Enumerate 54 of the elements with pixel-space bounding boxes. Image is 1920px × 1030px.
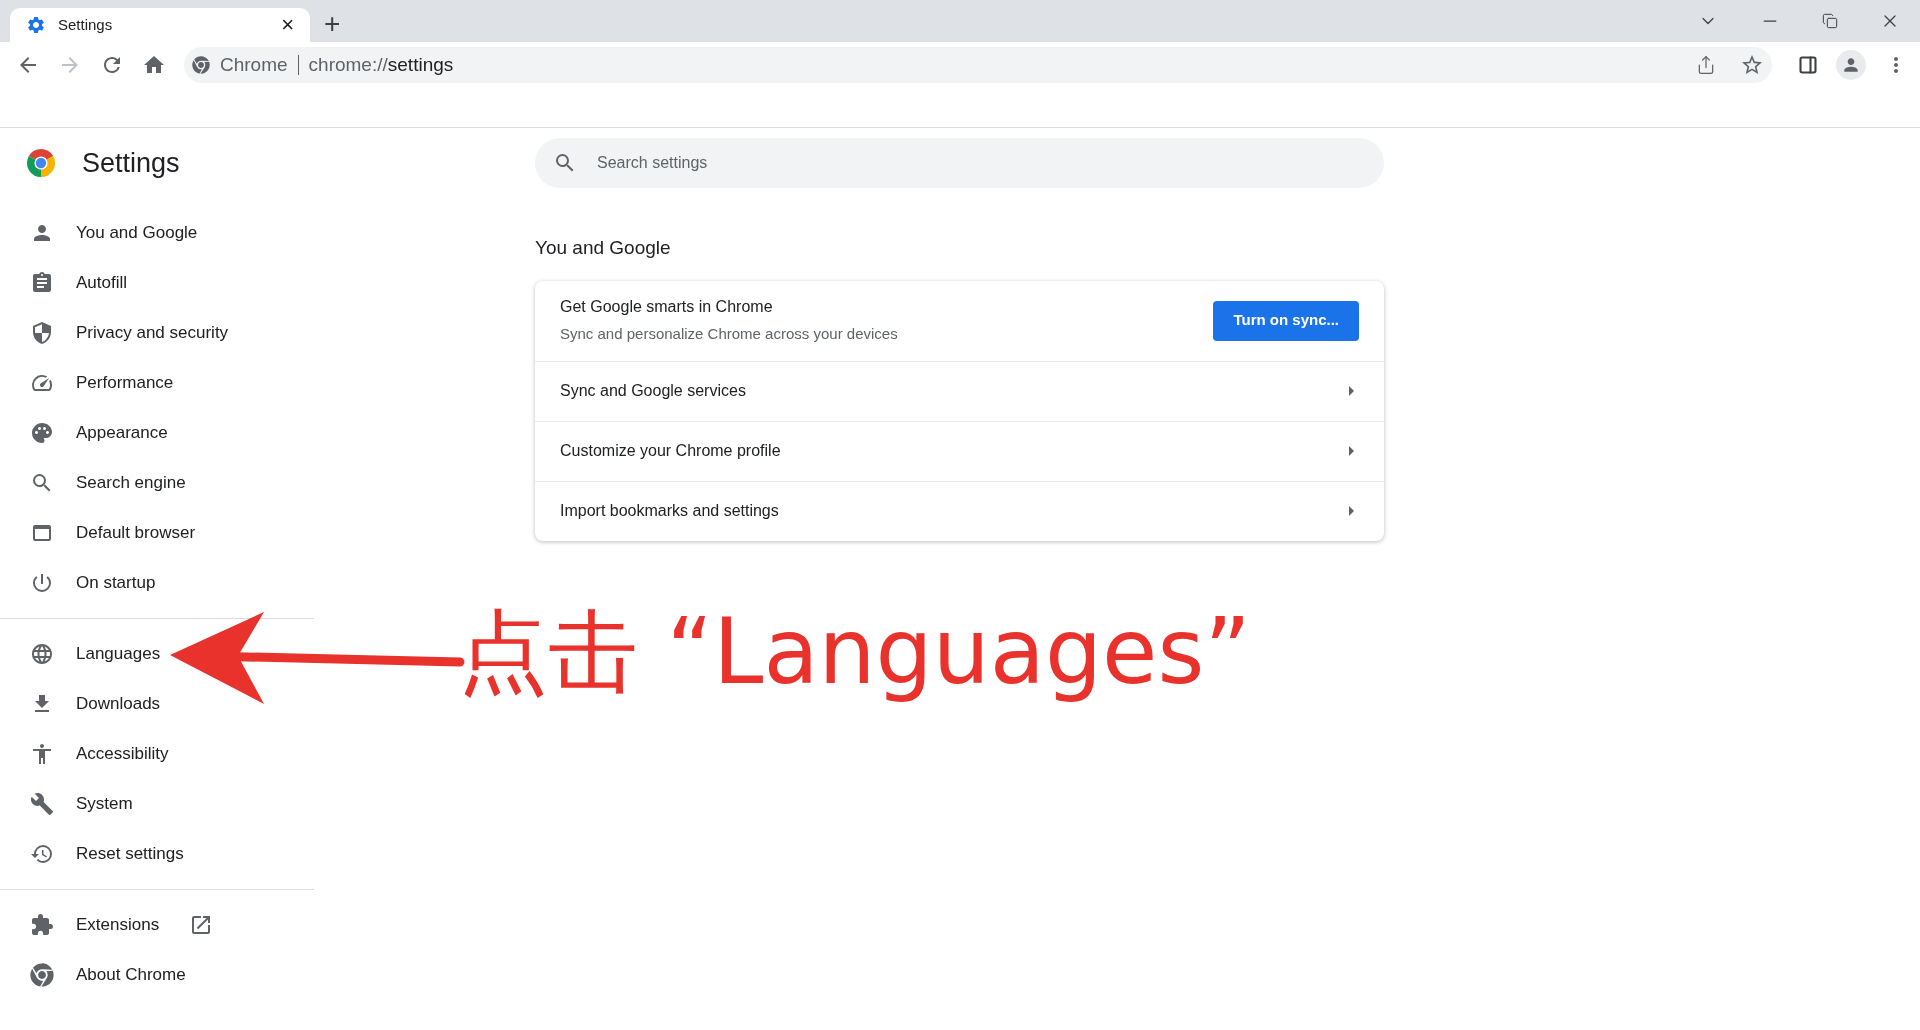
caret-icon <box>1349 506 1354 516</box>
clipboard-icon <box>30 271 54 295</box>
sidebar-item[interactable]: Reset settings <box>0 829 304 879</box>
history-icon <box>30 842 54 866</box>
sidebar-item[interactable]: Search engine <box>0 458 304 508</box>
chrome-icon <box>30 963 54 987</box>
annotation-text: 点击 “Languages” <box>458 600 1251 704</box>
tab-title: Settings <box>58 14 114 35</box>
wrench-icon <box>30 792 54 816</box>
sync-promo-title: Get Google smarts in Chrome <box>560 297 774 318</box>
browser-tab[interactable]: Settings × <box>10 8 310 42</box>
sidebar-item[interactable]: Performance <box>0 358 304 408</box>
accessibility-icon <box>30 742 54 766</box>
restore-icon[interactable] <box>1822 13 1838 29</box>
sidebar-item[interactable]: Downloads <box>0 679 304 729</box>
url-text: chrome://settings <box>308 52 454 77</box>
chrome-icon <box>192 56 210 74</box>
profile-avatar[interactable] <box>1836 50 1866 80</box>
section-heading: You and Google <box>535 236 671 260</box>
sidebar-item[interactable]: Privacy and security <box>0 308 304 358</box>
site-label: Chrome <box>220 52 288 77</box>
settings-row[interactable]: Sync and Google services <box>535 360 1384 421</box>
sidebar-item[interactable]: Languages <box>0 629 304 679</box>
sidebar-item[interactable]: You and Google <box>0 208 304 258</box>
search-input[interactable]: Search settings <box>597 151 1384 175</box>
caret-icon <box>1349 386 1354 396</box>
sidebar-item[interactable]: About Chrome <box>0 950 304 1000</box>
sidebar-item[interactable]: Extensions <box>0 900 304 950</box>
caret-icon <box>1349 446 1354 456</box>
page-title: Settings <box>82 146 180 180</box>
sidebar-item[interactable]: On startup <box>0 558 304 608</box>
sidebar-item[interactable]: System <box>0 779 304 829</box>
share-icon[interactable] <box>1696 55 1716 75</box>
gear-icon <box>26 15 46 35</box>
sidebar-item[interactable]: Default browser <box>0 508 304 558</box>
bookmark-star-icon[interactable] <box>1740 53 1764 77</box>
chrome-logo-icon <box>26 148 56 178</box>
palette-icon <box>30 421 54 445</box>
close-tab-button[interactable]: × <box>281 14 294 36</box>
shield-icon <box>30 321 54 345</box>
side-panel-icon[interactable] <box>1798 55 1818 75</box>
sidebar-item[interactable]: Accessibility <box>0 729 304 779</box>
new-tab-button[interactable]: + <box>324 10 341 38</box>
sync-promo-subtitle: Sync and personalize Chrome across your devices <box>560 324 899 345</box>
address-bar[interactable]: Chrome chrome://settings <box>184 47 1772 83</box>
turn-on-sync-button[interactable]: Turn on sync... <box>1213 300 1359 341</box>
puzzle-icon <box>30 913 54 937</box>
globe-icon <box>30 642 54 666</box>
settings-row[interactable]: Import bookmarks and settings <box>535 480 1384 541</box>
sidebar-item[interactable]: Autofill <box>0 258 304 308</box>
settings-row[interactable]: Customize your Chrome profile <box>535 420 1384 481</box>
power-icon <box>30 571 54 595</box>
sidebar-item[interactable]: Appearance <box>0 408 304 458</box>
search-bar[interactable]: Search settings <box>535 138 1384 188</box>
